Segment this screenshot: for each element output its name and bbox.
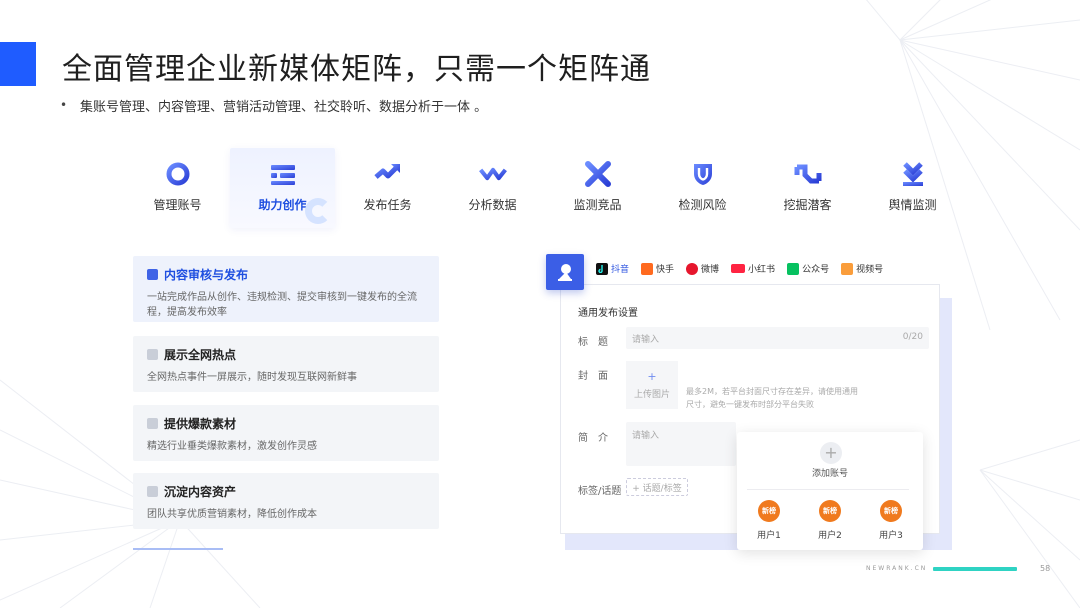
shield-icon: [689, 160, 717, 188]
feature-card-content-review[interactable]: 内容审核与发布 一站完成作品从创作、违规检测、提交审核到一键发布的全流程，提高发…: [133, 256, 439, 322]
feature-tab-detect-risk[interactable]: 检测风险: [650, 148, 755, 228]
page-subtitle: 集账号管理、内容管理、营销活动管理、社交聆听、数据分析于一体 。: [80, 100, 488, 115]
feature-tab-analyze-data[interactable]: 分析数据: [440, 148, 545, 228]
feature-tab-label: 挖掘潜客: [783, 198, 832, 212]
add-account-icon[interactable]: +: [820, 442, 842, 464]
upload-hint: 最多2M，若平台封面尺寸存在差异，请使用通用尺寸，避免一键发布时部分平台失败: [686, 387, 858, 409]
kuaishou-icon: [641, 262, 654, 275]
page-number: 58: [1040, 564, 1051, 573]
platform-tabs: 抖音 快手 微博 小红书 公众号 视频号: [596, 262, 895, 275]
bullet-dot: •: [60, 98, 68, 112]
platform-tab-douyin[interactable]: 抖音: [596, 262, 629, 275]
link-icon: [794, 160, 822, 188]
platform-tab-kuaishou[interactable]: 快手: [641, 262, 674, 275]
card-title: 沉淀内容资产: [164, 485, 237, 499]
download-icon: [899, 160, 927, 188]
plus-icon: +: [647, 369, 657, 383]
materials-icon: [147, 418, 158, 429]
platform-label: 视频号: [856, 265, 884, 275]
account-name: 用户2: [818, 531, 842, 541]
feature-tab-manage-accounts[interactable]: 管理账号: [125, 148, 230, 228]
add-account-popup: + 添加账号 新榜 用户1 新榜 用户2 新榜 用户3: [737, 432, 923, 550]
platform-label: 快手: [656, 265, 675, 275]
platform-tab-weibo[interactable]: 微博: [686, 262, 719, 275]
feature-tab-publish-tasks[interactable]: 发布任务: [335, 148, 440, 228]
popup-divider: [747, 489, 909, 490]
feature-tab-label: 发布任务: [363, 198, 412, 212]
avatar: 新榜: [819, 500, 841, 522]
platform-label: 公众号: [802, 265, 830, 275]
feature-tab-assist-creation[interactable]: 助力创作: [230, 148, 335, 228]
platform-label: 抖音: [611, 265, 630, 275]
feature-tab-sentiment-monitor[interactable]: 舆情监测: [860, 148, 965, 228]
feature-tabs: 管理账号 助力创作 发布任务 分析数据 监测竞品 检测风险 挖掘潜客 舆情监测: [125, 148, 965, 228]
feature-tab-label: 分析数据: [468, 198, 517, 212]
upload-label: 上传图片: [633, 389, 670, 400]
bars-icon: [269, 160, 297, 188]
feature-tab-label: 助力创作: [258, 198, 307, 212]
title-char-count: 0/20: [902, 332, 923, 342]
wechat-icon: [787, 262, 800, 275]
title-placeholder: 请输入: [632, 335, 660, 345]
section-title: 通用发布设置: [578, 308, 638, 319]
feature-card-viral-materials[interactable]: 提供爆款素材 精选行业垂类爆款素材，激发创作灵感: [133, 405, 439, 461]
feature-tab-label: 舆情监测: [888, 198, 937, 212]
trending-icon: [147, 349, 158, 360]
feature-tab-label: 检测风险: [678, 198, 727, 212]
feature-card-content-assets[interactable]: 沉淀内容资产 团队共享优质营销素材，降低创作成本: [133, 473, 439, 529]
avatar: 新榜: [880, 500, 902, 522]
card-title: 提供爆款素材: [164, 417, 237, 431]
card-list-underline: [133, 548, 223, 550]
footer-accent-bar: [933, 567, 1017, 571]
card-title: 展示全网热点: [164, 348, 237, 362]
cover-upload-button[interactable]: + 上传图片: [626, 361, 678, 409]
page-title: 全面管理企业新媒体矩阵，只需一个矩阵通: [62, 52, 651, 87]
account-option-user1[interactable]: 新榜 用户1: [749, 500, 789, 541]
platform-label: 小红书: [748, 265, 776, 275]
trend-arrow-icon: [373, 160, 402, 188]
platform-tab-channels[interactable]: 视频号: [841, 262, 883, 275]
account-name: 用户3: [879, 531, 903, 541]
assets-icon: [147, 486, 158, 497]
add-tag-button[interactable]: + 话题/标签: [626, 478, 688, 496]
channels-icon: [841, 262, 854, 275]
platform-label: 微博: [701, 265, 720, 275]
card-title: 内容审核与发布: [164, 268, 249, 282]
app-badge-icon: [546, 254, 584, 290]
cover-field-label: 封 面: [578, 371, 608, 382]
intro-placeholder: 请输入: [632, 431, 660, 441]
footer-brand: NEWRANK.CN: [866, 565, 928, 572]
card-description: 一站完成作品从创作、违规检测、提交审核到一键发布的全流程，提高发布效率: [147, 292, 417, 318]
review-icon: [147, 269, 158, 280]
feature-tab-find-prospects[interactable]: 挖掘潜客: [755, 148, 860, 228]
title-field-label: 标 题: [578, 337, 608, 348]
weibo-icon: [686, 262, 699, 275]
wave-icon: [478, 160, 507, 188]
intro-input[interactable]: 请输入: [626, 422, 736, 466]
avatar: 新榜: [758, 500, 780, 522]
title-accent-block: [0, 42, 36, 86]
ring-icon: [164, 160, 192, 188]
tags-field-label: 标签/话题: [578, 486, 622, 497]
platform-tab-xiaohongshu[interactable]: 小红书: [731, 262, 775, 275]
cross-icon: [584, 160, 612, 188]
feature-tab-label: 监测竞品: [573, 198, 622, 212]
xiaohongshu-icon: [731, 264, 746, 273]
feature-tab-monitor-competitors[interactable]: 监测竞品: [545, 148, 650, 228]
decorative-arc: [305, 198, 331, 224]
account-option-user3[interactable]: 新榜 用户3: [871, 500, 911, 541]
title-input[interactable]: 请输入 0/20: [626, 327, 929, 349]
feature-card-trending-topics[interactable]: 展示全网热点 全网热点事件一屏展示，随时发现互联网新鲜事: [133, 336, 439, 392]
add-account-label[interactable]: 添加账号: [737, 466, 923, 479]
card-description: 团队共享优质营销素材，降低创作成本: [147, 509, 317, 520]
account-name: 用户1: [757, 531, 781, 541]
card-description: 精选行业垂类爆款素材，激发创作灵感: [147, 441, 317, 452]
intro-field-label: 简 介: [578, 433, 608, 444]
feature-tab-label: 管理账号: [153, 198, 202, 212]
account-option-user2[interactable]: 新榜 用户2: [810, 500, 850, 541]
douyin-icon: [596, 262, 608, 275]
card-description: 全网热点事件一屏展示，随时发现互联网新鲜事: [147, 372, 357, 383]
platform-tab-wechat-official[interactable]: 公众号: [787, 262, 829, 275]
